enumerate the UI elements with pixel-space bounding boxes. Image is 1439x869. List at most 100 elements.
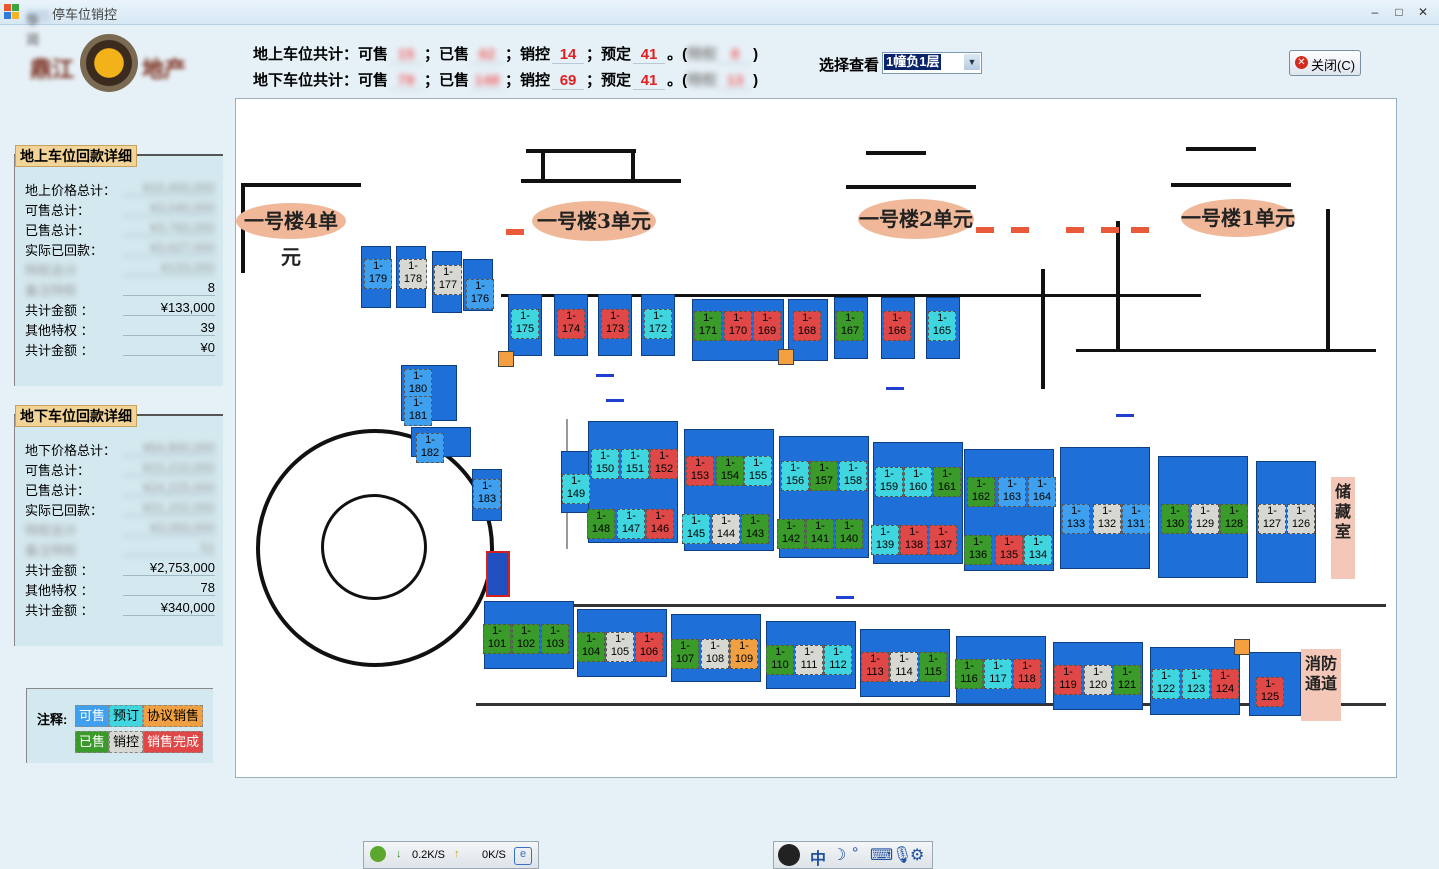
- parking-spot[interactable]: 1- 119: [1054, 665, 1082, 695]
- parking-spot[interactable]: 1- 137: [929, 525, 957, 555]
- parking-spot[interactable]: 1- 176: [466, 279, 494, 309]
- parking-spot[interactable]: 1- 136: [964, 535, 992, 565]
- parking-spot[interactable]: 1- 102: [512, 624, 540, 654]
- parking-spot[interactable]: 1- 123: [1182, 669, 1210, 699]
- parking-spot[interactable]: 1- 159: [875, 467, 903, 497]
- parking-spot[interactable]: 1- 105: [606, 632, 634, 662]
- parking-spot[interactable]: 1- 174: [557, 309, 585, 339]
- parking-spot[interactable]: 1- 145: [682, 514, 710, 544]
- building-label: 一号楼1单元: [1181, 199, 1295, 237]
- parking-spot[interactable]: 1- 134: [1024, 535, 1052, 565]
- parking-spot[interactable]: 1- 124: [1211, 669, 1239, 699]
- parking-spot[interactable]: 1- 125: [1256, 677, 1284, 707]
- parking-spot[interactable]: 1- 103: [541, 624, 569, 654]
- parking-spot[interactable]: 1- 138: [900, 525, 928, 555]
- parking-spot[interactable]: 1- 169: [753, 311, 781, 341]
- parking-spot[interactable]: 1- 147: [617, 509, 645, 539]
- parking-spot[interactable]: 1- 166: [883, 311, 911, 341]
- parking-spot[interactable]: 1- 108: [701, 639, 729, 669]
- parking-spot[interactable]: 1- 113: [861, 652, 889, 682]
- parking-spot[interactable]: 1- 172: [644, 309, 672, 339]
- parking-spot[interactable]: 1- 173: [601, 309, 629, 339]
- parking-spot[interactable]: 1- 175: [511, 309, 539, 339]
- parking-spot[interactable]: 1- 158: [839, 461, 867, 491]
- keyboard-icon[interactable]: ⌨: [870, 845, 893, 865]
- parking-spot[interactable]: 1- 101: [483, 624, 511, 654]
- chevron-down-icon[interactable]: ▼: [964, 54, 980, 70]
- parking-spot[interactable]: 1- 177: [434, 265, 462, 295]
- parking-spot[interactable]: 1- 109: [730, 639, 758, 669]
- parking-spot[interactable]: 1- 106: [635, 632, 663, 662]
- parking-spot[interactable]: 1- 146: [646, 509, 674, 539]
- parking-spot[interactable]: 1- 114: [890, 652, 918, 682]
- parking-spot[interactable]: 1- 111: [795, 645, 823, 675]
- parking-spot[interactable]: 1- 139: [871, 525, 899, 555]
- spot-prefix: 1-: [1265, 678, 1275, 690]
- gear-icon[interactable]: ⚙: [910, 845, 924, 865]
- parking-spot[interactable]: 1- 179: [364, 259, 392, 289]
- browser-icon[interactable]: e: [514, 847, 532, 865]
- ime-mode[interactable]: 中: [810, 845, 826, 869]
- parking-spot[interactable]: 1- 144: [712, 514, 740, 544]
- spot-prefix: 1-: [937, 312, 947, 324]
- parking-spot[interactable]: 1- 107: [671, 639, 699, 669]
- parking-spot[interactable]: 1- 151: [621, 449, 649, 479]
- parking-spot[interactable]: 1- 168: [793, 311, 821, 341]
- parking-spot[interactable]: 1- 183: [473, 479, 501, 509]
- parking-spot[interactable]: 1- 165: [928, 311, 956, 341]
- parking-spot[interactable]: 1- 135: [995, 535, 1023, 565]
- parking-spot[interactable]: 1- 167: [836, 311, 864, 341]
- parking-spot[interactable]: 1- 181: [404, 396, 432, 426]
- parking-spot[interactable]: 1- 131: [1122, 504, 1150, 534]
- parking-spot[interactable]: 1- 132: [1093, 504, 1121, 534]
- close-button[interactable]: ✕ 关闭(C): [1289, 50, 1361, 76]
- parking-spot[interactable]: 1- 121: [1113, 665, 1141, 695]
- parking-spot[interactable]: 1- 116: [955, 659, 983, 689]
- parking-spot[interactable]: 1- 129: [1191, 504, 1219, 534]
- network-speed-widget[interactable]: ↓ 0.2K/S ↑ 0K/S e: [363, 841, 539, 869]
- parking-spot[interactable]: 1- 130: [1161, 504, 1189, 534]
- parking-spot[interactable]: 1- 152: [650, 449, 678, 479]
- parking-spot[interactable]: 1- 163: [998, 477, 1026, 507]
- parking-spot[interactable]: 1- 133: [1062, 504, 1090, 534]
- parking-spot[interactable]: 1- 104: [577, 632, 605, 662]
- parking-spot[interactable]: 1- 171: [694, 311, 722, 341]
- parking-spot[interactable]: 1- 170: [724, 311, 752, 341]
- parking-spot[interactable]: 1- 178: [399, 259, 427, 289]
- parking-spot[interactable]: 1- 140: [835, 519, 863, 549]
- parking-spot[interactable]: 1- 110: [766, 645, 794, 675]
- parking-spot[interactable]: 1- 162: [967, 477, 995, 507]
- parking-spot[interactable]: 1- 128: [1220, 504, 1248, 534]
- parking-spot[interactable]: 1- 118: [1013, 659, 1041, 689]
- parking-spot[interactable]: 1- 126: [1287, 504, 1315, 534]
- parking-spot[interactable]: 1- 156: [781, 461, 809, 491]
- minimize-button[interactable]: –: [1364, 3, 1386, 21]
- parking-spot[interactable]: 1- 157: [810, 461, 838, 491]
- moon-icon[interactable]: ☽: [832, 845, 846, 865]
- parking-spot[interactable]: 1- 160: [904, 467, 932, 497]
- floor-select[interactable]: 1幢负1层 ▼: [882, 52, 982, 74]
- parking-spot[interactable]: 1- 150: [591, 449, 619, 479]
- parking-spot[interactable]: 1- 154: [716, 456, 744, 486]
- parking-spot[interactable]: 1- 120: [1084, 665, 1112, 695]
- parking-spot[interactable]: 1- 142: [777, 519, 805, 549]
- parking-spot[interactable]: 1- 155: [744, 456, 772, 486]
- parking-spot[interactable]: 1- 141: [806, 519, 834, 549]
- parking-spot[interactable]: 1- 115: [919, 652, 947, 682]
- parking-spot[interactable]: 1- 143: [741, 514, 769, 544]
- parking-spot[interactable]: 1- 161: [933, 467, 961, 497]
- ime-toolbar[interactable]: 中 ☽ ° ⌨ 🎙 ⚙: [773, 841, 933, 869]
- parking-spot[interactable]: 1- 164: [1028, 477, 1056, 507]
- parking-spot[interactable]: 1- 117: [984, 659, 1012, 689]
- parking-spot[interactable]: 1- 112: [824, 645, 852, 675]
- maximize-button[interactable]: □: [1388, 3, 1410, 21]
- parking-spot[interactable]: 1- 180: [404, 369, 432, 399]
- punctuation-icon[interactable]: °: [852, 845, 858, 863]
- parking-spot[interactable]: 1- 182: [416, 433, 444, 463]
- parking-spot[interactable]: 1- 148: [587, 509, 615, 539]
- parking-spot[interactable]: 1- 122: [1152, 669, 1180, 699]
- close-window-button[interactable]: ✕: [1412, 3, 1434, 21]
- parking-spot[interactable]: 1- 153: [686, 456, 714, 486]
- parking-spot[interactable]: 1- 149: [562, 474, 590, 504]
- parking-spot[interactable]: 1- 127: [1258, 504, 1286, 534]
